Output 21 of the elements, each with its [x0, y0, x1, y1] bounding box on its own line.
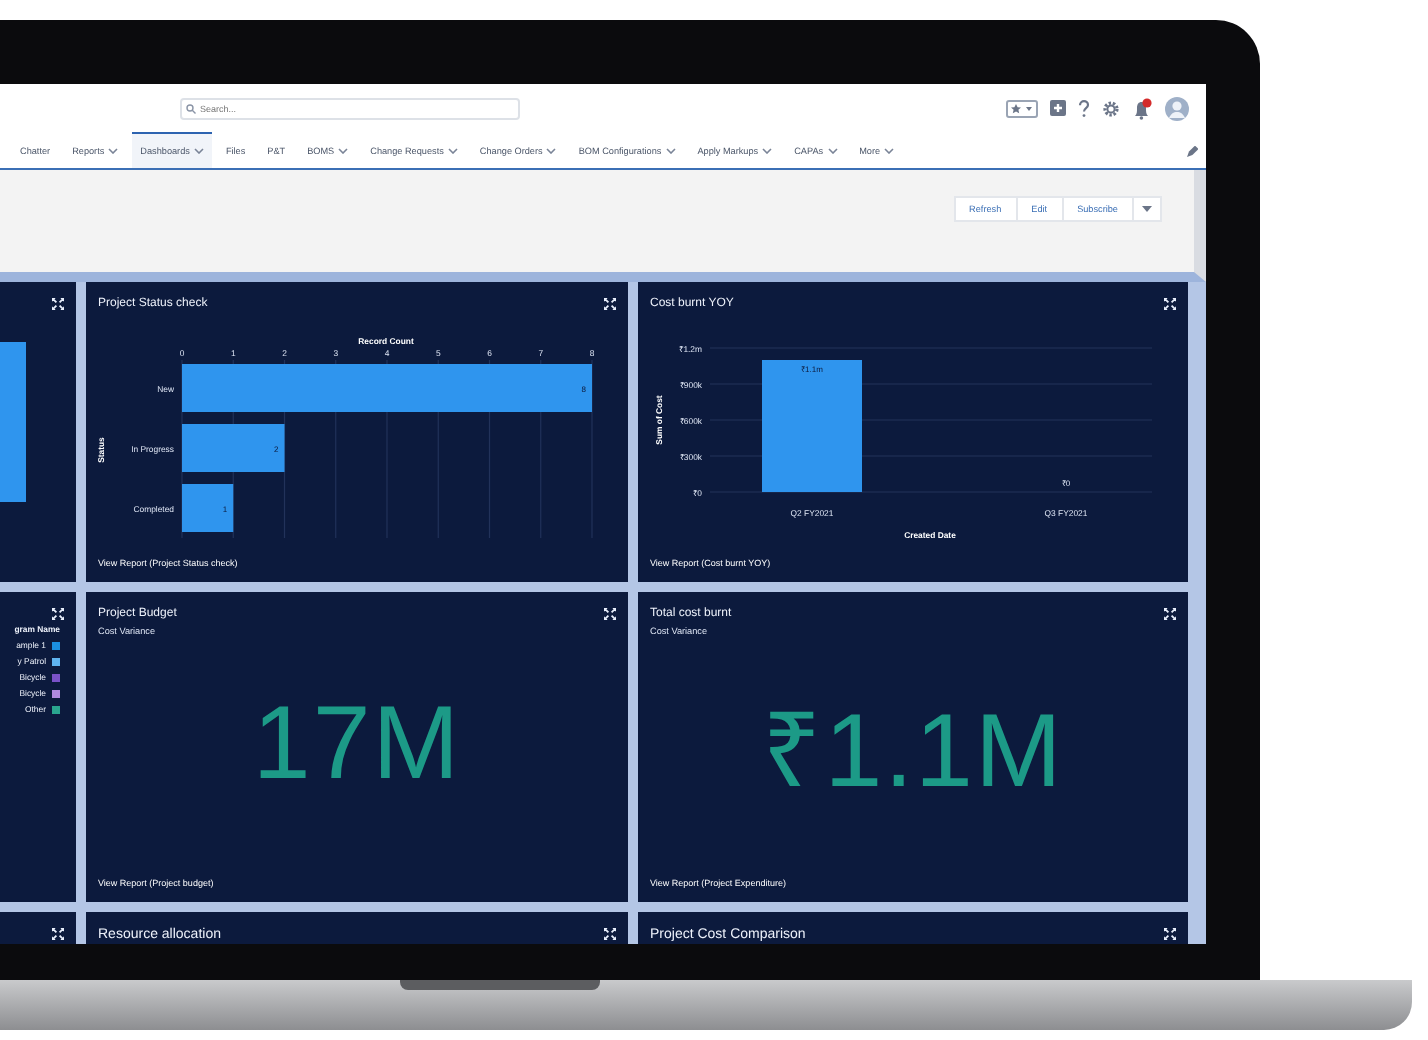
help-icon[interactable] [1078, 99, 1090, 117]
expand-icon[interactable] [604, 298, 616, 310]
expand-icon[interactable] [52, 608, 64, 620]
expand-icon[interactable] [1164, 928, 1176, 940]
favorites-icon[interactable] [1006, 99, 1038, 117]
expand-icon[interactable] [1164, 608, 1176, 620]
expand-icon[interactable] [604, 608, 616, 620]
search-icon [186, 103, 196, 113]
expand-icon[interactable] [52, 928, 64, 940]
more-actions-button[interactable] [1132, 196, 1162, 222]
bar[interactable] [182, 484, 234, 532]
plus-icon[interactable] [1050, 100, 1066, 116]
pencil-icon[interactable] [1186, 146, 1198, 158]
metric-value: 17M [252, 684, 462, 804]
expand-icon[interactable] [1164, 298, 1176, 310]
caret-icon [1142, 206, 1152, 212]
settings-icon[interactable] [1102, 99, 1120, 117]
expand-icon[interactable] [604, 928, 616, 940]
metric-value: ₹1.1M [762, 691, 1064, 813]
expand-icon[interactable] [52, 298, 64, 310]
notification-bell-icon[interactable] [1132, 97, 1152, 119]
